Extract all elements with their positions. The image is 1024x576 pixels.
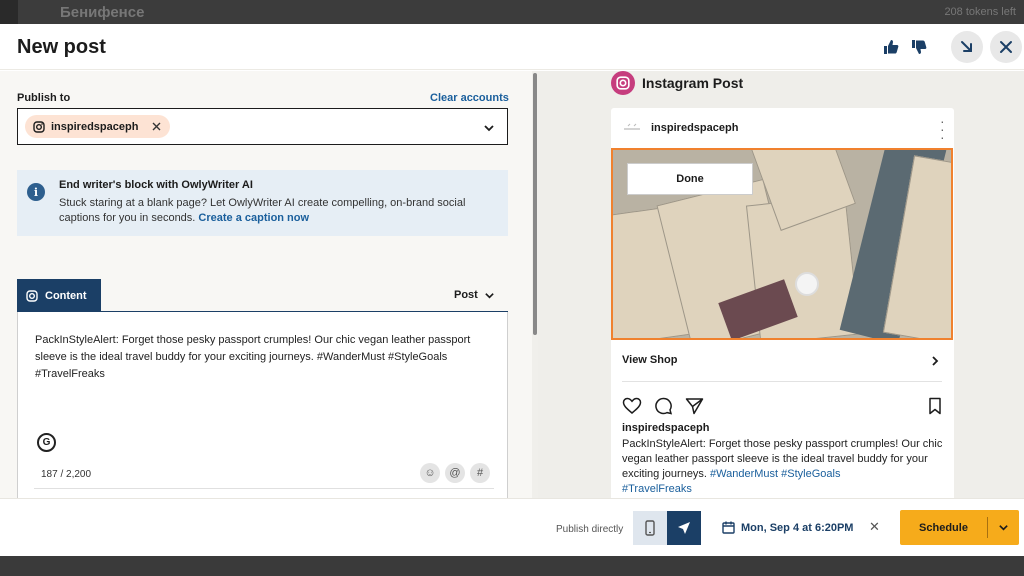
- instagram-icon: [611, 71, 635, 95]
- schedule-options-button[interactable]: [988, 522, 1019, 533]
- view-shop-link[interactable]: View Shop: [622, 354, 677, 366]
- chevron-right-icon[interactable]: [930, 354, 940, 372]
- thumbs-down-icon[interactable]: [910, 38, 928, 56]
- schedule-button[interactable]: Schedule: [900, 510, 1019, 545]
- instagram-post-card: inspiredspaceph · · · Done View Shop ins…: [611, 108, 954, 498]
- background-title: Бенифенсе: [60, 4, 145, 21]
- minimize-button[interactable]: [951, 31, 983, 63]
- composer-panel: Publish to Clear accounts inspiredspacep…: [0, 71, 538, 498]
- preview-hashtags: #WanderMust #StyleGoals: [710, 468, 841, 480]
- instagram-icon: [26, 289, 38, 302]
- emoji-button[interactable]: ☺: [420, 463, 440, 483]
- post-actions: [622, 397, 704, 415]
- caption-text[interactable]: PackInStyleAlert: Forget those pesky pas…: [35, 332, 495, 383]
- thumbs-up-icon[interactable]: [882, 38, 900, 56]
- account-chip: inspiredspaceph: [25, 115, 171, 138]
- preview-panel: Instagram Post inspiredspaceph · · · Done …: [538, 71, 1024, 498]
- preview-title: Instagram Post: [642, 75, 744, 91]
- preview-caption: PackInStyleAlert: Forget those pesky pas…: [622, 437, 950, 497]
- direct-publish-button[interactable]: [667, 511, 701, 545]
- phone-icon: [645, 520, 655, 536]
- clear-date-button[interactable]: ✕: [869, 519, 880, 535]
- comment-icon[interactable]: [654, 397, 673, 415]
- post-image[interactable]: Done: [611, 148, 953, 340]
- background-bottom: [0, 556, 1024, 576]
- chevron-down-icon: [485, 292, 494, 299]
- owlywriter-banner: i End writer's block with OwlyWriter AI …: [17, 170, 508, 236]
- product-tag-dot[interactable]: [795, 272, 819, 296]
- done-button[interactable]: Done: [627, 163, 753, 195]
- post-username: inspiredspaceph: [651, 122, 739, 134]
- post-type-label: Post: [454, 289, 478, 301]
- background-app-bar: Бенифенсе 208 tokens left: [0, 0, 1024, 24]
- close-icon: [152, 122, 161, 131]
- chevron-down-icon: [483, 121, 495, 139]
- schedule-date[interactable]: Mon, Sep 4 at 6:20PM: [722, 521, 853, 534]
- account-select[interactable]: inspiredspaceph: [17, 108, 508, 145]
- tab-content[interactable]: Content: [17, 279, 101, 312]
- calendar-icon: [722, 521, 735, 534]
- chevron-down-icon: [999, 525, 1008, 531]
- send-icon: [678, 522, 690, 534]
- bookmark-icon[interactable]: [928, 397, 942, 420]
- share-icon[interactable]: [685, 397, 704, 415]
- caption-username: inspiredspaceph: [622, 422, 710, 434]
- grammarly-icon[interactable]: G: [37, 433, 56, 452]
- create-caption-link[interactable]: Create a caption now: [198, 212, 309, 224]
- publish-mode-toggle: [633, 511, 701, 545]
- editor-divider: [34, 488, 494, 489]
- new-post-modal: New post Publish to Clear accounts inspi…: [0, 24, 1024, 556]
- more-options-icon[interactable]: · · ·: [940, 114, 945, 144]
- modal-header: New post: [0, 24, 1024, 70]
- hashtag-button[interactable]: #: [470, 463, 490, 483]
- remove-account-button[interactable]: [152, 119, 161, 134]
- preview-divider: [622, 381, 942, 382]
- modal-footer: Publish directly Mon, Sep 4 at 6:20PM ✕ …: [0, 498, 1024, 556]
- background-tokens: 208 tokens left: [944, 6, 1016, 18]
- account-avatar: [622, 120, 642, 136]
- clear-accounts-link[interactable]: Clear accounts: [430, 92, 509, 104]
- info-icon: i: [27, 183, 45, 201]
- background-avatar: [0, 0, 18, 24]
- publish-directly-label: Publish directly: [556, 524, 624, 535]
- schedule-date-label: Mon, Sep 4 at 6:20PM: [741, 521, 854, 534]
- heart-icon[interactable]: [622, 397, 642, 415]
- mention-button[interactable]: @: [445, 463, 465, 483]
- close-button[interactable]: [990, 31, 1022, 63]
- tab-content-label: Content: [45, 289, 87, 302]
- account-chip-label: inspiredspaceph: [51, 120, 139, 133]
- owlywriter-title: End writer's block with OwlyWriter AI: [59, 179, 253, 191]
- instagram-icon: [33, 120, 45, 133]
- preview-hashtag-last: #TravelFreaks: [622, 483, 692, 495]
- arrow-down-right-icon: [961, 41, 972, 52]
- owlywriter-body: Stuck staring at a blank page? Let OwlyW…: [59, 196, 499, 226]
- close-icon: [1000, 41, 1012, 53]
- caption-editor[interactable]: PackInStyleAlert: Forget those pesky pas…: [17, 312, 508, 498]
- character-count: 187 / 2,200: [41, 469, 92, 480]
- publish-to-label: Publish to: [17, 92, 71, 104]
- post-type-select[interactable]: Post: [454, 289, 495, 301]
- schedule-label: Schedule: [919, 521, 968, 534]
- modal-title: New post: [17, 36, 106, 58]
- mobile-publish-button[interactable]: [633, 511, 667, 545]
